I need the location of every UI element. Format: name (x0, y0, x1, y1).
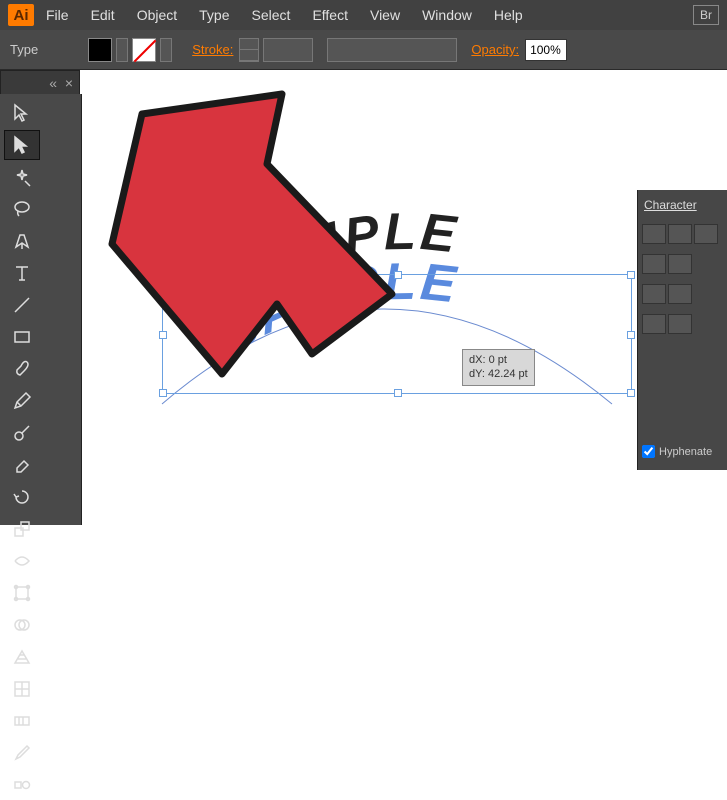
stroke-weight-dropdown[interactable] (263, 38, 313, 62)
eraser-tool[interactable] (4, 450, 40, 480)
bbox-handle-mr[interactable] (627, 331, 635, 339)
mesh-tool[interactable] (4, 674, 40, 704)
indent-right-stepper[interactable] (668, 284, 692, 304)
brush-dropdown[interactable] (327, 38, 457, 62)
pencil-tool[interactable] (4, 386, 40, 416)
app-logo: Ai (8, 4, 34, 26)
indent-right-button[interactable] (642, 284, 666, 304)
fill-dropdown[interactable] (116, 38, 128, 62)
rotate-tool[interactable] (4, 482, 40, 512)
stroke-swatch-dropdown[interactable] (160, 38, 172, 62)
collapse-icon[interactable]: « (49, 75, 57, 91)
space-before-button[interactable] (642, 314, 666, 334)
menu-select[interactable]: Select (252, 7, 291, 23)
align-left-button[interactable] (642, 224, 666, 244)
blob-brush-tool[interactable] (4, 418, 40, 448)
align-right-button[interactable] (694, 224, 718, 244)
rectangle-tool[interactable] (4, 322, 40, 352)
tools-panel (0, 94, 82, 525)
shape-builder-tool[interactable] (4, 610, 40, 640)
pen-tool[interactable] (4, 226, 40, 256)
align-center-button[interactable] (668, 224, 692, 244)
scale-tool[interactable] (4, 514, 40, 544)
character-panel: Character Hyphenate (637, 190, 727, 470)
space-before-stepper[interactable] (668, 314, 692, 334)
opacity-label[interactable]: Opacity: (471, 42, 519, 57)
bridge-icon[interactable]: Br (693, 5, 719, 25)
menu-type[interactable]: Type (199, 7, 229, 23)
selection-tool[interactable] (4, 98, 40, 128)
hyphenate-label: Hyphenate (659, 446, 712, 458)
menu-effect[interactable]: Effect (312, 7, 348, 23)
canvas[interactable]: SAMPLE SAMPLE dX: 0 pt dY: 42.24 pt (82, 94, 727, 525)
width-tool[interactable] (4, 546, 40, 576)
fill-swatch[interactable] (88, 38, 112, 62)
menu-view[interactable]: View (370, 7, 400, 23)
tooltip-dy: dY: 42.24 pt (469, 367, 528, 381)
eyedropper-tool[interactable] (4, 738, 40, 768)
menu-file[interactable]: File (46, 7, 69, 23)
hyphenate-checkbox[interactable] (642, 445, 655, 458)
bbox-handle-br[interactable] (627, 389, 635, 397)
lasso-tool[interactable] (4, 194, 40, 224)
bbox-handle-tr[interactable] (627, 271, 635, 279)
opacity-input[interactable] (525, 39, 567, 61)
free-transform-tool[interactable] (4, 578, 40, 608)
instruction-arrow-overlay (72, 74, 432, 424)
control-toolbar: Type Stroke: Opacity: (0, 30, 727, 70)
menu-window[interactable]: Window (422, 7, 472, 23)
gradient-tool[interactable] (4, 706, 40, 736)
menubar: Ai File Edit Object Type Select Effect V… (0, 0, 727, 30)
direct-selection-tool[interactable] (4, 130, 40, 160)
stroke-swatch[interactable] (132, 38, 156, 62)
measurement-tooltip: dX: 0 pt dY: 42.24 pt (462, 349, 535, 386)
document-tab[interactable]: « × (0, 70, 80, 94)
menu-edit[interactable]: Edit (91, 7, 115, 23)
tool-mode-label: Type (10, 42, 38, 57)
line-tool[interactable] (4, 290, 40, 320)
perspective-grid-tool[interactable] (4, 642, 40, 672)
indent-left-button[interactable] (642, 254, 666, 274)
stroke-label[interactable]: Stroke: (192, 42, 233, 57)
type-tool[interactable] (4, 258, 40, 288)
menu-help[interactable]: Help (494, 7, 523, 23)
blend-tool[interactable] (4, 770, 40, 800)
tooltip-dx: dX: 0 pt (469, 353, 528, 367)
stroke-weight-stepper[interactable] (239, 38, 259, 62)
indent-left-stepper[interactable] (668, 254, 692, 274)
menu-object[interactable]: Object (137, 7, 177, 23)
magic-wand-tool[interactable] (4, 162, 40, 192)
paintbrush-tool[interactable] (4, 354, 40, 384)
panel-title[interactable]: Character (642, 196, 723, 214)
